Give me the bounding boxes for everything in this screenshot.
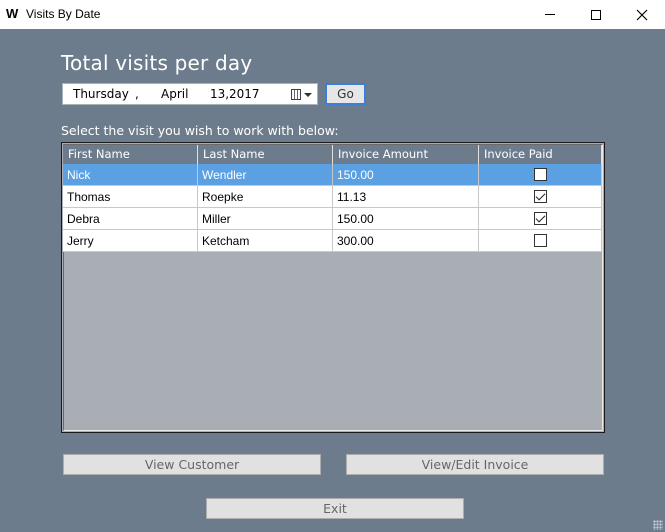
go-button[interactable]: Go — [325, 83, 366, 105]
date-day-of-week[interactable]: Thursday — [73, 87, 129, 101]
resize-grip-icon[interactable] — [653, 520, 663, 530]
cell-last-name[interactable]: Miller — [198, 208, 333, 230]
calendar-dropdown-button[interactable] — [291, 88, 315, 102]
invoice-paid-checkbox[interactable] — [533, 190, 547, 203]
maximize-icon — [591, 9, 601, 20]
view-customer-button[interactable]: View Customer — [63, 454, 321, 475]
grid-header: First Name Last Name Invoice Amount Invo… — [63, 145, 602, 164]
table-row[interactable]: Nick Wendler 150.00 — [63, 164, 602, 186]
app-icon: W — [6, 6, 19, 21]
column-header-invoice-amount[interactable]: Invoice Amount — [333, 145, 479, 164]
table-row[interactable]: Thomas Roepke 11.13 — [63, 186, 602, 208]
visits-grid[interactable]: First Name Last Name Invoice Amount Invo… — [61, 142, 605, 433]
cell-invoice-paid[interactable] — [479, 230, 602, 252]
cell-first-name[interactable]: Nick — [63, 164, 198, 186]
maximize-button[interactable] — [573, 0, 619, 29]
cell-last-name[interactable]: Wendler — [198, 164, 333, 186]
close-icon — [636, 9, 648, 20]
cell-last-name[interactable]: Roepke — [198, 186, 333, 208]
invoice-paid-checkbox[interactable] — [533, 168, 547, 181]
date-year[interactable]: 2017 — [229, 87, 260, 101]
invoice-paid-checkbox[interactable] — [533, 212, 547, 225]
cell-first-name[interactable]: Debra — [63, 208, 198, 230]
cell-invoice-amount[interactable]: 150.00 — [333, 208, 479, 230]
cell-invoice-amount[interactable]: 11.13 — [333, 186, 479, 208]
cell-last-name[interactable]: Ketcham — [198, 230, 333, 252]
title-bar: W Visits By Date — [0, 0, 665, 29]
cell-invoice-paid[interactable] — [479, 208, 602, 230]
table-row[interactable]: Debra Miller 150.00 — [63, 208, 602, 230]
visit-date-picker[interactable]: Thursday , April 13, 2017 — [62, 83, 318, 105]
cell-invoice-paid[interactable] — [479, 186, 602, 208]
column-header-invoice-paid[interactable]: Invoice Paid — [479, 145, 602, 164]
view-edit-invoice-button[interactable]: View/Edit Invoice — [346, 454, 604, 475]
cell-invoice-amount[interactable]: 150.00 — [333, 164, 479, 186]
window-title: Visits By Date — [26, 7, 101, 21]
instruction-text: Select the visit you wish to work with b… — [61, 123, 339, 138]
invoice-paid-checkbox[interactable] — [533, 234, 547, 247]
exit-button[interactable]: Exit — [206, 498, 464, 519]
date-separator: , — [135, 87, 139, 101]
cell-first-name[interactable]: Jerry — [63, 230, 198, 252]
close-button[interactable] — [619, 0, 665, 29]
column-header-last-name[interactable]: Last Name — [198, 145, 333, 164]
cell-invoice-amount[interactable]: 300.00 — [333, 230, 479, 252]
cell-first-name[interactable]: Thomas — [63, 186, 198, 208]
cell-invoice-paid[interactable] — [479, 164, 602, 186]
minimize-button[interactable] — [527, 0, 573, 29]
minimize-icon — [545, 14, 555, 15]
date-month[interactable]: April — [161, 87, 188, 101]
page-heading: Total visits per day — [61, 51, 253, 75]
date-day[interactable]: 13, — [210, 87, 229, 101]
chevron-down-icon — [304, 93, 312, 97]
column-header-first-name[interactable]: First Name — [63, 145, 198, 164]
table-row[interactable]: Jerry Ketcham 300.00 — [63, 230, 602, 252]
calendar-icon — [291, 89, 301, 100]
